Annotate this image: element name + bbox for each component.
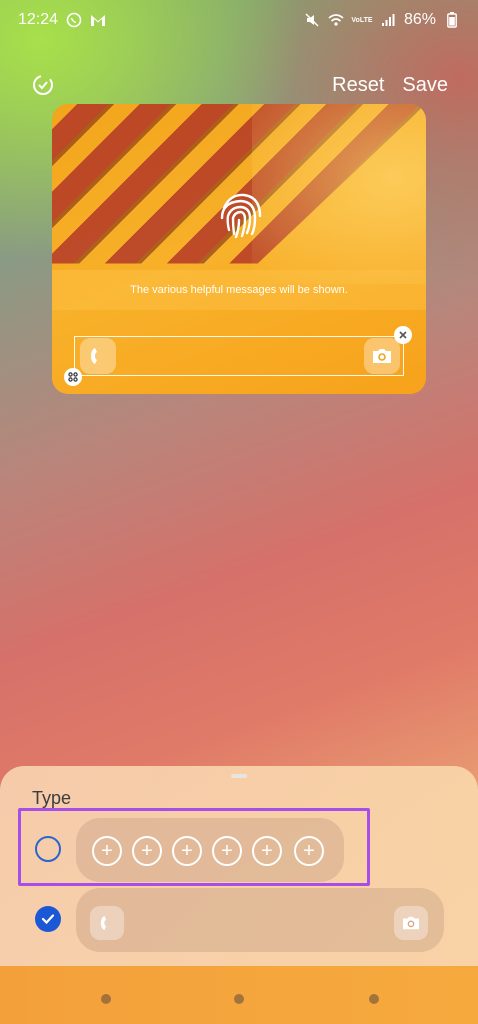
phone-shortcut[interactable] [80, 338, 116, 374]
save-button[interactable]: Save [402, 74, 448, 97]
wifi-icon [328, 12, 344, 28]
volte-icon: VoLTE [351, 16, 373, 24]
sheet-drag-handle[interactable] [231, 774, 247, 778]
reset-button[interactable]: Reset [332, 74, 384, 97]
mute-icon [304, 12, 320, 28]
shortcut-frame[interactable] [74, 336, 404, 376]
checkmark-icon [41, 914, 55, 925]
helpful-message: The various helpful messages will be sho… [52, 270, 426, 310]
nav-recents-button[interactable] [101, 994, 111, 1004]
wallpaper-glow [252, 104, 426, 284]
camera-shortcut[interactable] [364, 338, 400, 374]
rotate-icon[interactable] [30, 72, 56, 98]
plus-icon: + [212, 836, 242, 866]
layout-button[interactable] [64, 368, 82, 386]
plus-icon: + [252, 836, 282, 866]
signal-icon [380, 12, 396, 28]
close-icon [399, 331, 407, 339]
top-bar: Reset Save [0, 66, 478, 104]
sheet-title: Type [32, 788, 72, 808]
nav-back-button[interactable] [369, 994, 379, 1004]
phone-icon [91, 348, 97, 364]
type-option-plus-radio[interactable] [35, 836, 61, 862]
top-actions: Reset Save [332, 74, 448, 97]
nav-home-button[interactable] [234, 994, 244, 1004]
grid-icon [68, 372, 78, 382]
fingerprint-icon [220, 193, 262, 239]
status-right: VoLTE 86% [304, 11, 460, 29]
status-bar: 12:24 VoLTE 86% [0, 0, 478, 40]
type-option-shortcut-radio[interactable] [35, 906, 61, 932]
plus-icon: + [294, 836, 324, 866]
remove-shortcut-button[interactable] [394, 326, 412, 344]
phone-icon [100, 916, 107, 930]
camera-shortcut-preview [394, 906, 428, 940]
plus-icon: + [92, 836, 122, 866]
phone-shortcut-preview [90, 906, 124, 940]
status-time: 12:24 [18, 11, 59, 28]
plus-icon: + [172, 836, 202, 866]
lockscreen-preview: The various helpful messages will be sho… [52, 104, 426, 394]
camera-icon [403, 916, 419, 930]
status-left: 12:24 [18, 11, 106, 29]
battery-percent: 86% [403, 11, 436, 28]
plus-icon: + [132, 836, 162, 866]
whatsapp-icon [66, 12, 82, 28]
type-option-plus-buttons[interactable]: + + + + + + [76, 818, 344, 882]
gmail-icon [90, 12, 106, 28]
type-option-shortcuts[interactable] [76, 888, 444, 952]
battery-icon [444, 12, 460, 28]
type-bottom-sheet: Type + + + + + + [0, 766, 478, 1024]
camera-icon [373, 349, 391, 363]
